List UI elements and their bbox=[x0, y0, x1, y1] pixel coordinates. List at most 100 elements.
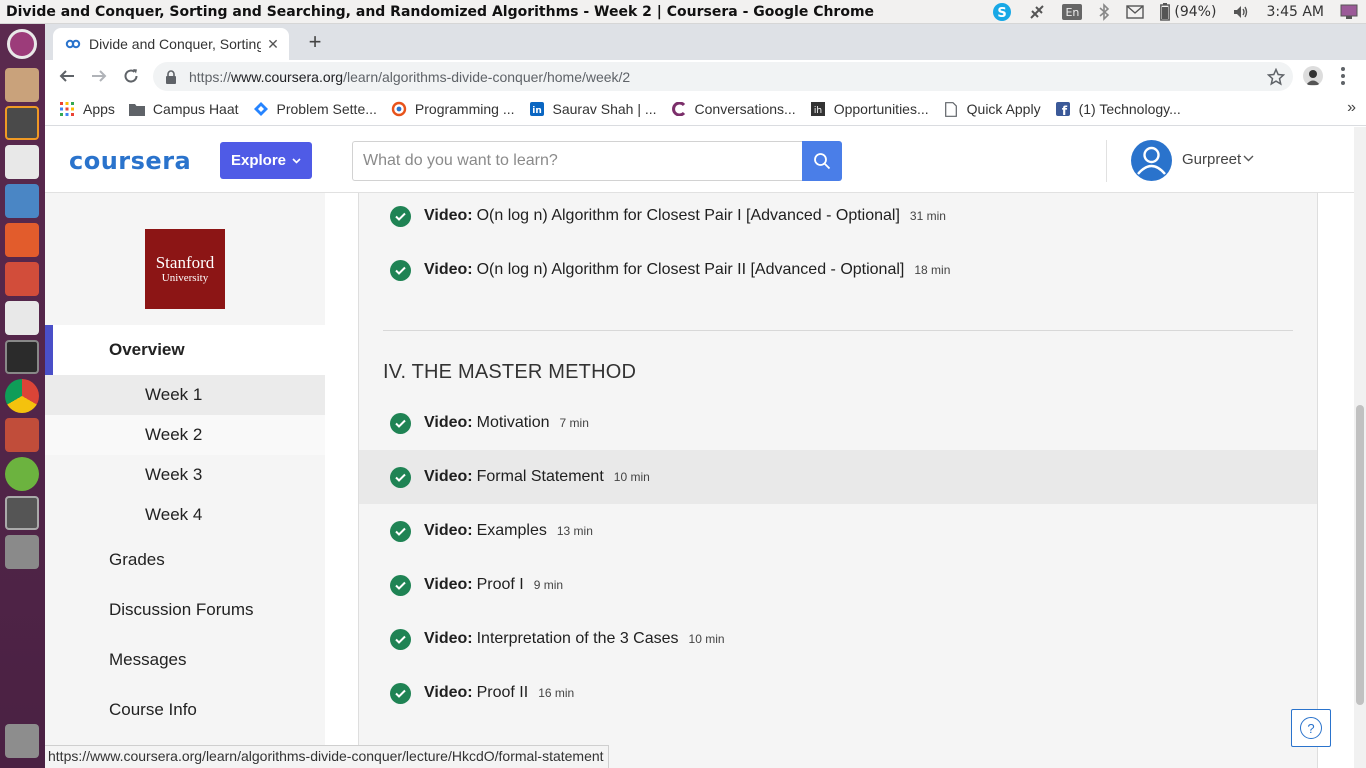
network-icon[interactable] bbox=[1028, 3, 1046, 21]
bookmark-opportunities[interactable]: ih Opportunities... bbox=[810, 101, 929, 117]
battery-icon[interactable] bbox=[1160, 3, 1171, 21]
address-bar[interactable]: https://www.coursera.org/learn/algorithm… bbox=[153, 62, 1293, 91]
lesson-item[interactable]: Video: Proof II 16 min bbox=[359, 666, 1317, 720]
sidebar-item-week-2[interactable]: Week 2 bbox=[45, 415, 325, 455]
lesson-item[interactable]: Video: Examples 13 min bbox=[359, 504, 1317, 558]
ih-icon: ih bbox=[810, 101, 826, 117]
bookmark-linkedin-profile[interactable]: in Saurav Shah | ... bbox=[529, 101, 657, 117]
user-menu-chevron-icon[interactable] bbox=[1243, 155, 1254, 162]
svg-text:S: S bbox=[998, 6, 1007, 21]
window-title: Divide and Conquer, Sorting and Searchin… bbox=[6, 3, 875, 20]
drive-icon[interactable] bbox=[5, 535, 39, 569]
active-indicator bbox=[45, 325, 53, 375]
scrollbar-thumb[interactable] bbox=[1356, 405, 1364, 705]
linkedin-icon: in bbox=[529, 101, 545, 117]
ubuntu-dash-icon[interactable] bbox=[7, 29, 37, 59]
bookmark-apps[interactable]: Apps bbox=[59, 101, 115, 117]
text-editor-icon[interactable] bbox=[5, 145, 39, 179]
close-tab-icon[interactable]: ✕ bbox=[265, 36, 281, 52]
bookmarks-bar: Apps Campus Haat Problem Sette... Progra… bbox=[45, 93, 1366, 126]
profile-avatar[interactable] bbox=[1303, 66, 1323, 86]
sidebar-item-messages[interactable]: Messages bbox=[109, 650, 186, 670]
bookmark-quick-apply[interactable]: Quick Apply bbox=[943, 101, 1041, 117]
browser-tab[interactable]: Divide and Conquer, Sorting and Searchin… bbox=[53, 28, 289, 60]
bookmark-conversations[interactable]: Conversations... bbox=[671, 101, 796, 117]
chrome-icon[interactable] bbox=[5, 379, 39, 413]
bookmark-programming[interactable]: Programming ... bbox=[391, 101, 515, 117]
lesson-item[interactable]: Video: Motivation 7 min bbox=[359, 396, 1317, 450]
link-status-bubble: https://www.coursera.org/learn/algorithm… bbox=[45, 745, 609, 768]
more-bookmarks-button[interactable]: » bbox=[1347, 99, 1356, 117]
system-menu-icon[interactable] bbox=[1340, 3, 1358, 21]
sidebar-item-week-1[interactable]: Week 1 bbox=[45, 375, 325, 415]
spring-tool-icon[interactable] bbox=[5, 457, 39, 491]
help-button[interactable]: ? bbox=[1291, 709, 1331, 747]
ubuntu-launcher bbox=[0, 24, 45, 768]
keyboard-layout-indicator[interactable]: En bbox=[1062, 4, 1083, 20]
coursera-favicon-icon bbox=[65, 36, 81, 52]
bookmark-campus-haat[interactable]: Campus Haat bbox=[128, 101, 239, 117]
facebook-icon: f bbox=[1055, 101, 1071, 117]
sidebar-item-grades[interactable]: Grades bbox=[109, 550, 165, 570]
header-divider bbox=[1106, 140, 1107, 182]
user-name[interactable]: Gurpreet bbox=[1182, 151, 1241, 168]
chevron-down-icon bbox=[292, 157, 301, 164]
chrome-menu-icon[interactable] bbox=[1335, 66, 1351, 86]
clock[interactable]: 3:45 AM bbox=[1266, 3, 1324, 21]
system-settings-icon[interactable] bbox=[5, 418, 39, 452]
url-text: https://www.coursera.org/learn/algorithm… bbox=[189, 68, 631, 85]
section-title: IV. THE MASTER METHOD bbox=[383, 361, 637, 383]
libreoffice-writer-icon[interactable] bbox=[5, 184, 39, 218]
lesson-item[interactable]: Video: Proof I 9 min bbox=[359, 558, 1317, 612]
skype-icon[interactable]: S bbox=[992, 3, 1012, 21]
volume-icon[interactable] bbox=[1232, 3, 1250, 21]
section-divider bbox=[383, 330, 1293, 331]
sidebar-item-course-info[interactable]: Course Info bbox=[109, 700, 197, 720]
files-app-icon[interactable] bbox=[5, 68, 39, 102]
lesson-item[interactable]: Video: O(n log n) Algorithm for Closest … bbox=[359, 189, 1317, 243]
sublime-text-icon[interactable] bbox=[5, 106, 39, 140]
sidebar-item-overview[interactable]: Overview bbox=[45, 325, 325, 375]
os-top-bar: Divide and Conquer, Sorting and Searchin… bbox=[0, 0, 1366, 24]
lesson-item-hovered[interactable]: Video: Formal Statement 10 min bbox=[359, 450, 1317, 504]
user-icon bbox=[1137, 146, 1166, 175]
lesson-item[interactable]: Video: O(n log n) Algorithm for Closest … bbox=[359, 243, 1317, 297]
bluetooth-icon[interactable] bbox=[1098, 3, 1110, 21]
lock-icon[interactable] bbox=[165, 69, 179, 84]
terminal-icon[interactable] bbox=[5, 340, 39, 374]
svg-text:f: f bbox=[1061, 104, 1067, 116]
sidebar-item-week-4[interactable]: Week 4 bbox=[45, 495, 325, 535]
sidebar-item-discussion-forums[interactable]: Discussion Forums bbox=[109, 600, 254, 620]
battery-percent: (94%) bbox=[1174, 4, 1217, 20]
reload-icon[interactable] bbox=[119, 64, 143, 88]
search-button[interactable] bbox=[802, 141, 842, 181]
week-content: Video: O(n log n) Algorithm for Closest … bbox=[358, 193, 1318, 768]
folder-icon bbox=[128, 101, 145, 117]
page-icon bbox=[943, 101, 959, 117]
explore-button[interactable]: Explore bbox=[220, 142, 312, 179]
trash-icon[interactable] bbox=[5, 724, 39, 758]
back-icon[interactable] bbox=[55, 64, 79, 88]
bookmark-technology[interactable]: f (1) Technology... bbox=[1055, 101, 1181, 117]
app-center-icon[interactable] bbox=[5, 223, 39, 257]
user-avatar[interactable] bbox=[1131, 140, 1172, 181]
search-input[interactable]: What do you want to learn? bbox=[352, 141, 803, 181]
completed-check-icon bbox=[390, 574, 411, 596]
bookmark-star-icon[interactable] bbox=[1266, 67, 1286, 86]
page-scrollbar[interactable] bbox=[1354, 127, 1366, 768]
sidebar-item-week-3[interactable]: Week 3 bbox=[45, 455, 325, 495]
bookmark-problem-setter[interactable]: Problem Sette... bbox=[253, 101, 377, 117]
tab-strip: Divide and Conquer, Sorting and Searchin… bbox=[45, 24, 1366, 60]
mail-icon[interactable] bbox=[1126, 3, 1145, 21]
amazon-icon[interactable] bbox=[5, 301, 39, 335]
libreoffice-impress-icon[interactable] bbox=[5, 262, 39, 296]
completed-check-icon bbox=[390, 259, 411, 281]
tab-title: Divide and Conquer, Sorting and Searchin… bbox=[89, 36, 261, 52]
search-icon bbox=[814, 153, 831, 170]
new-tab-button[interactable]: + bbox=[303, 29, 327, 54]
forward-icon[interactable] bbox=[87, 64, 111, 88]
lesson-item[interactable]: Video: Interpretation of the 3 Cases 10 … bbox=[359, 612, 1317, 666]
coursera-logo[interactable]: coursera bbox=[69, 147, 191, 175]
browser-toolbar: https://www.coursera.org/learn/algorithm… bbox=[45, 60, 1366, 93]
display-icon[interactable] bbox=[5, 496, 39, 530]
